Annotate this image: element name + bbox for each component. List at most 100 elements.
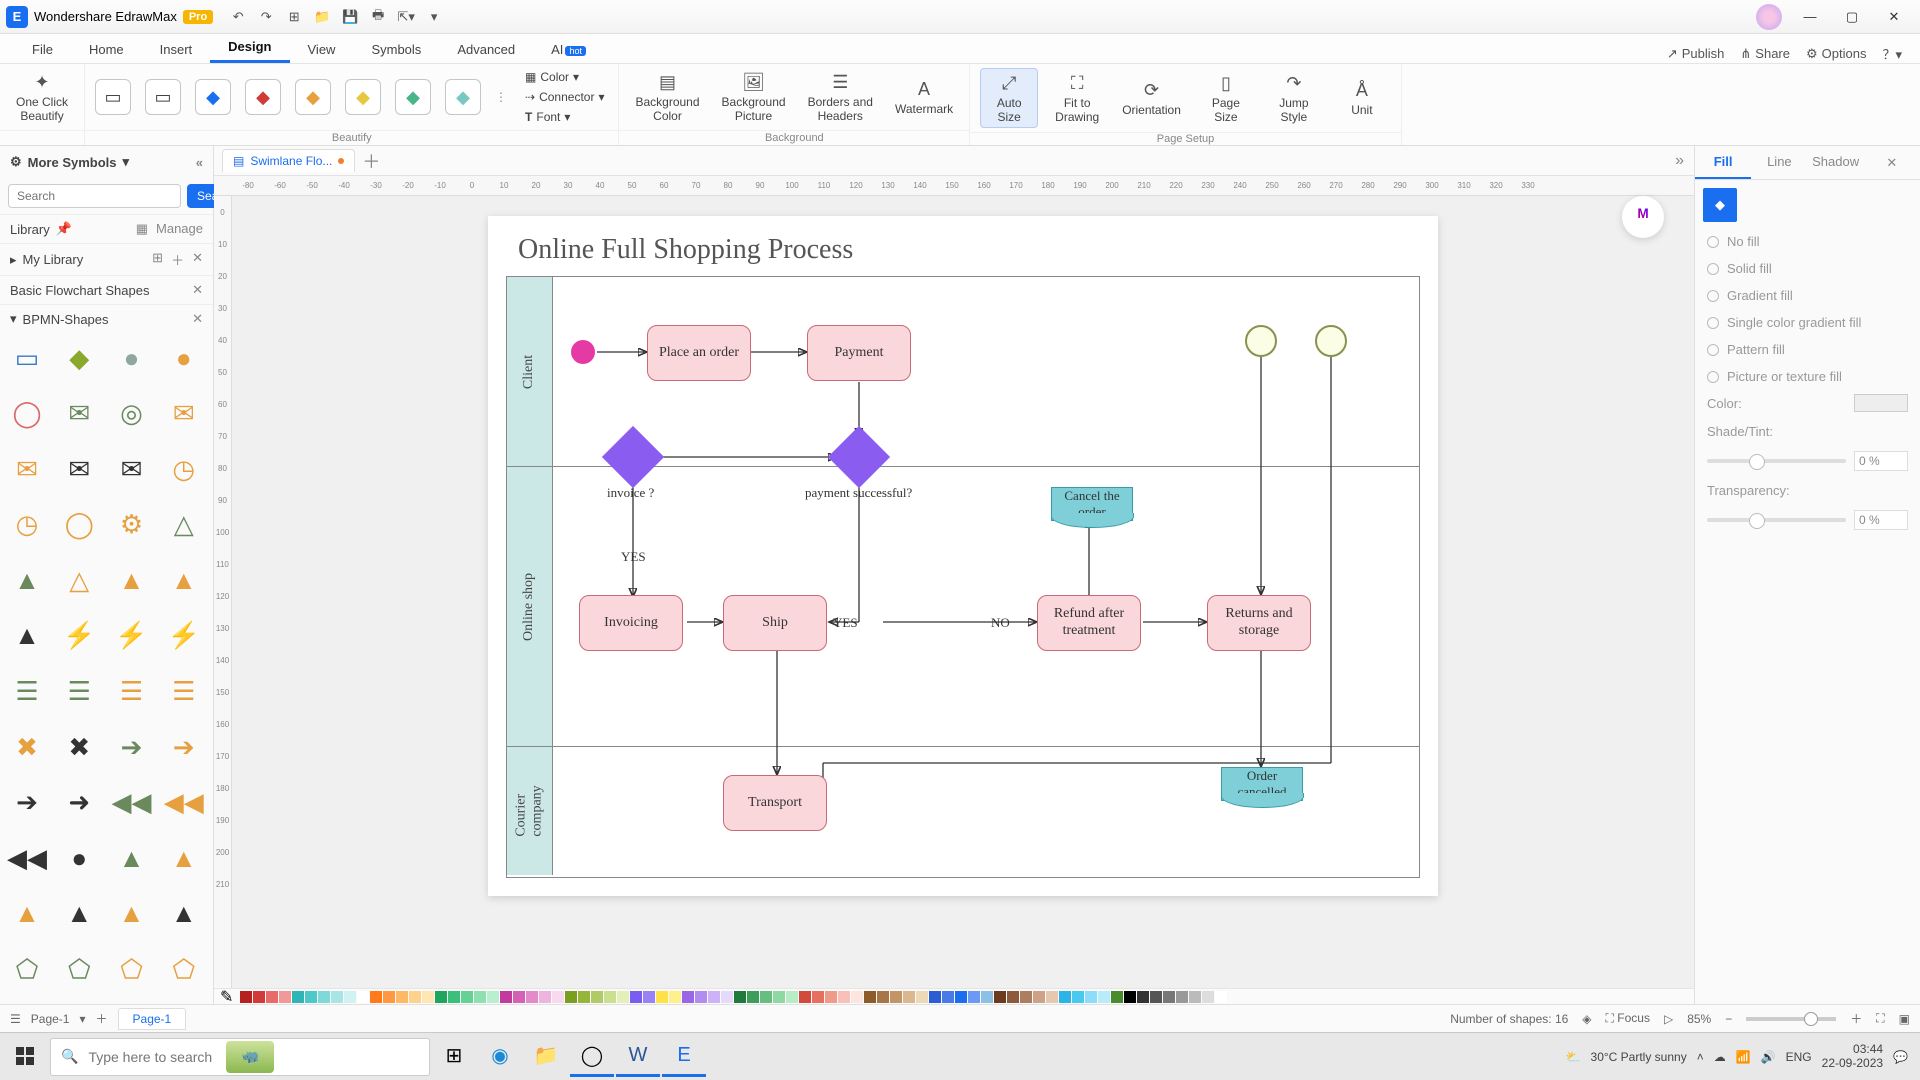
color-swatch[interactable] [630,991,642,1003]
presentation-icon[interactable]: ▷ [1664,1012,1673,1026]
bpmn-shape[interactable]: ▲ [115,841,149,875]
theme-swatch-1[interactable]: ▭ [95,79,131,115]
bpmn-shape[interactable]: ◷ [167,452,201,486]
color-swatch[interactable] [1176,991,1188,1003]
bpmn-shape[interactable]: ◯ [62,508,96,542]
color-swatch[interactable] [487,991,499,1003]
color-swatch[interactable] [1189,991,1201,1003]
background-color-button[interactable]: ▤Background Color [629,68,705,126]
node-transport[interactable]: Transport [723,775,827,831]
color-swatch[interactable] [851,991,863,1003]
bpmn-shape[interactable]: ▲ [10,897,44,931]
color-swatch[interactable] [656,991,668,1003]
page-size-button[interactable]: ▯Page Size [1197,69,1255,127]
bpmn-shape[interactable]: ● [62,841,96,875]
bpmn-shape[interactable]: ▲ [10,563,44,597]
doc-tab[interactable]: ▤Swimlane Flo... [222,149,355,172]
node-invoicing[interactable]: Invoicing [579,595,683,651]
export-icon[interactable]: ⇱▾ [397,8,415,26]
lib-plus-icon[interactable]: ＋ [171,250,184,269]
edrawmax-taskbar-icon[interactable]: E [662,1037,706,1077]
library-label[interactable]: Library [10,222,50,237]
node-ship[interactable]: Ship [723,595,827,651]
color-swatch[interactable] [747,991,759,1003]
color-swatch[interactable] [253,991,265,1003]
color-swatch[interactable] [695,991,707,1003]
bpmn-shape[interactable]: ☰ [10,674,44,708]
ribbon-font-button[interactable]: TFont▾ [521,108,608,126]
color-swatch[interactable] [1111,991,1123,1003]
bpmn-shape[interactable]: △ [167,508,201,542]
bpmn-shape[interactable]: ◀◀ [115,786,149,820]
color-swatch[interactable] [370,991,382,1003]
color-swatch[interactable] [669,991,681,1003]
bpmn-shape[interactable]: ▲ [167,897,201,931]
color-swatch[interactable] [526,991,538,1003]
close-panel-icon[interactable]: ✕ [1864,146,1920,179]
fill-option[interactable]: No fill [1707,234,1908,249]
bpmn-shape[interactable]: ⬠ [10,952,44,986]
color-swatch[interactable] [838,991,850,1003]
manage-link[interactable]: Manage [156,221,203,237]
unit-button[interactable]: ÅUnit [1333,76,1391,120]
color-swatch[interactable] [331,991,343,1003]
start-button[interactable] [4,1037,48,1077]
symbols-gear-icon[interactable]: ⚙ [10,154,22,170]
color-swatch[interactable] [552,991,564,1003]
color-swatch[interactable] [344,991,356,1003]
bpmn-shape[interactable]: ◀◀ [10,841,44,875]
close-button[interactable]: ✕ [1874,3,1914,31]
color-swatch[interactable] [513,991,525,1003]
bpmn-shape[interactable]: ◀◀ [167,786,201,820]
menu-file[interactable]: File [14,36,71,63]
page-tab[interactable]: Page-1 [118,1008,187,1030]
theme-swatch-5[interactable]: ◆ [295,79,331,115]
ribbon-connector-button[interactable]: ⇢Connector▾ [521,88,608,106]
color-swatch[interactable] [799,991,811,1003]
end-event-1[interactable] [1245,325,1277,357]
manage-grid-icon[interactable]: ▦ [136,221,148,237]
node-refund[interactable]: Refund after treatment [1037,595,1141,651]
bpmn-shape[interactable]: ➔ [115,730,149,764]
taskbar-search[interactable]: 🔍Type here to search🦏 [50,1038,430,1076]
help-icon[interactable]: ？▾ [1882,44,1902,63]
menu-insert[interactable]: Insert [142,36,211,63]
fullscreen-icon[interactable]: ▣ [1899,1012,1910,1026]
auto-size-button[interactable]: ⤢Auto Size [980,68,1038,128]
color-swatch[interactable] [448,991,460,1003]
bpmn-shape[interactable]: ⬠ [62,952,96,986]
focus-button[interactable]: ⛶ Focus [1606,1011,1650,1026]
new-tab-button[interactable]: ＋ [359,149,383,173]
shade-slider[interactable] [1707,459,1846,463]
bpmn-shape[interactable]: ⬠ [167,952,201,986]
taskview-icon[interactable]: ⊞ [432,1037,476,1077]
bpmn-shape[interactable]: ✖ [10,730,44,764]
bpmn-shape[interactable]: ➔ [167,730,201,764]
bpmn-shape[interactable]: ☰ [115,674,149,708]
color-swatch[interactable] [474,991,486,1003]
lib-close-icon[interactable]: ✕ [192,250,203,269]
color-swatch[interactable] [1046,991,1058,1003]
bpmn-shape[interactable]: ▲ [10,619,44,653]
minimize-button[interactable]: ― [1790,3,1830,31]
color-swatch[interactable] [500,991,512,1003]
bpmn-shape[interactable]: ✉ [167,397,201,431]
zoom-out-icon[interactable]: − [1725,1012,1732,1026]
new-icon[interactable]: ⊞ [285,8,303,26]
node-place-order[interactable]: Place an order [647,325,751,381]
color-value[interactable] [1854,394,1908,412]
fill-option[interactable]: Gradient fill [1707,288,1908,303]
pagelist-icon[interactable]: ☰ [10,1012,21,1026]
bpmn-shape[interactable]: ⚡ [115,619,149,653]
color-swatch[interactable] [1163,991,1175,1003]
zoom-in-icon[interactable]: ＋ [1850,1010,1862,1027]
clock[interactable]: 03:4422-09-2023 [1822,1043,1883,1069]
eyedropper-icon[interactable]: ✎ [220,987,233,1007]
tab-line[interactable]: Line [1751,146,1807,179]
color-swatch[interactable] [1007,991,1019,1003]
borders-headers-button[interactable]: ☰Borders and Headers [802,68,879,126]
bpmn-shape[interactable]: △ [62,563,96,597]
doc-cancel-order[interactable]: Cancel the order [1051,487,1133,521]
theme-swatch-6[interactable]: ◆ [345,79,381,115]
color-swatch[interactable] [1059,991,1071,1003]
